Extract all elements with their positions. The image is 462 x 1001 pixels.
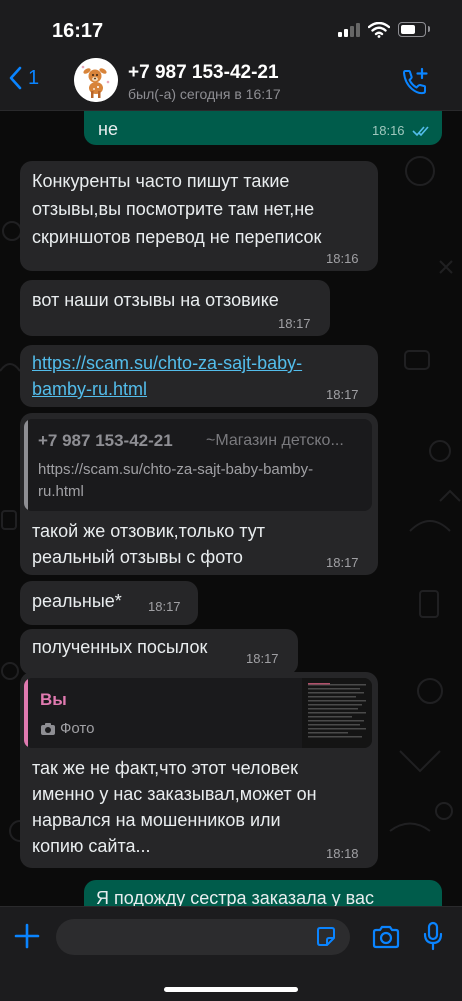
cellular-signal-icon <box>338 23 362 37</box>
back-chevron-icon <box>9 66 22 90</box>
status-time: 16:17 <box>52 20 104 42</box>
message-bubble-incoming[interactable]: реальные* 18:17 <box>20 581 198 625</box>
add-call-icon[interactable] <box>400 66 430 96</box>
message-text-line: реальный отзывы с фото <box>32 547 243 567</box>
back-button[interactable]: 1 <box>8 66 39 90</box>
message-bubble-incoming[interactable]: Конкуренты часто пишут такие отзывы,вы п… <box>20 161 378 271</box>
unread-count: 1 <box>28 66 40 89</box>
message-text-line: так же не факт,что этот человек <box>32 758 298 778</box>
message-text-line: именно у нас заказывал,может он <box>32 784 317 804</box>
message-text-line: отзывы,вы посмотрите там нет,не <box>32 199 315 219</box>
read-receipt-icon <box>412 126 429 137</box>
quote-author: Вы <box>40 690 67 709</box>
message-time: 18:18 <box>326 846 359 861</box>
message-bubble-incoming[interactable]: Вы Фото так же не факт,что этот человек … <box>20 672 378 868</box>
message-text: не <box>98 119 118 139</box>
message-bubble-outgoing[interactable]: не 18:16 <box>84 111 442 145</box>
message-bubble-incoming[interactable]: полученных посылок 18:17 <box>20 629 298 675</box>
message-link[interactable]: bamby-ru.html <box>32 375 147 403</box>
message-time: 18:17 <box>326 555 359 570</box>
status-bar: 16:17 <box>0 0 462 52</box>
fawn-logo-icon <box>74 58 118 102</box>
message-input[interactable] <box>56 919 350 955</box>
quote-accent-bar <box>24 419 28 511</box>
message-link[interactable]: https://scam.su/chto-za-sajt-baby- <box>32 349 302 377</box>
message-text-line: такой же отзовик,только тут <box>32 521 265 541</box>
message-bubble-incoming[interactable]: https://scam.su/chto-za-sajt-baby- bamby… <box>20 345 378 407</box>
message-time: 18:16 <box>372 123 405 138</box>
quote-text-line: https://scam.su/chto-za-sajt-baby-bamby- <box>38 461 314 478</box>
message-time: 18:17 <box>148 599 181 614</box>
message-bubble-incoming[interactable]: +7 987 153-42-21 ~Магазин детско... http… <box>20 413 378 575</box>
quote-text-line: ru.html <box>38 483 84 500</box>
chat-header: 1 +7 987 153-42-21 был(-а) сегодня в 16:… <box>0 52 462 111</box>
message-text: Я подожду сестра заказала у вас <box>96 888 374 906</box>
message-text-line: скриншотов перевод не переписок <box>32 227 322 247</box>
quoted-message[interactable]: Вы Фото <box>24 678 372 748</box>
message-time: 18:17 <box>326 387 359 402</box>
message-time: 18:16 <box>326 251 359 266</box>
message-bubble-outgoing[interactable]: Я подожду сестра заказала у вас <box>84 880 442 906</box>
last-seen-status: был(-а) сегодня в 16:17 <box>128 86 281 102</box>
microphone-icon[interactable] <box>422 921 444 951</box>
quote-media-label: Фото <box>60 720 95 737</box>
message-text-line: нарвался на мошенников или <box>32 810 281 830</box>
contact-avatar[interactable] <box>74 58 118 102</box>
quote-accent-bar <box>24 678 28 748</box>
plus-icon[interactable] <box>14 923 40 949</box>
text-screenshot-thumbnail <box>308 683 366 738</box>
sticker-icon[interactable] <box>314 925 338 949</box>
home-indicator <box>164 987 298 992</box>
quoted-photo-thumbnail[interactable] <box>302 678 372 748</box>
camera-icon[interactable] <box>371 924 401 950</box>
message-composer <box>0 906 462 1001</box>
quoted-message[interactable]: +7 987 153-42-21 ~Магазин детско... http… <box>24 419 372 511</box>
message-list[interactable]: не 18:16 Конкуренты часто пишут такие от… <box>0 111 462 906</box>
camera-small-icon <box>41 723 55 735</box>
wifi-icon <box>368 22 390 38</box>
message-time: 18:17 <box>278 316 311 331</box>
message-text-line: копию сайта... <box>32 836 151 856</box>
battery-icon <box>398 22 430 37</box>
message-text-line: Конкуренты часто пишут такие <box>32 171 290 191</box>
message-text: реальные* <box>32 591 122 611</box>
message-bubble-incoming[interactable]: вот наши отзывы на отзовике 18:17 <box>20 280 330 336</box>
quote-author-note: ~Магазин детско... <box>206 432 344 449</box>
message-text: вот наши отзывы на отзовике <box>32 290 279 310</box>
message-text: полученных посылок <box>32 637 208 657</box>
quote-author: +7 987 153-42-21 <box>38 431 173 450</box>
contact-name[interactable]: +7 987 153-42-21 <box>128 62 279 84</box>
message-time: 18:17 <box>246 651 279 666</box>
